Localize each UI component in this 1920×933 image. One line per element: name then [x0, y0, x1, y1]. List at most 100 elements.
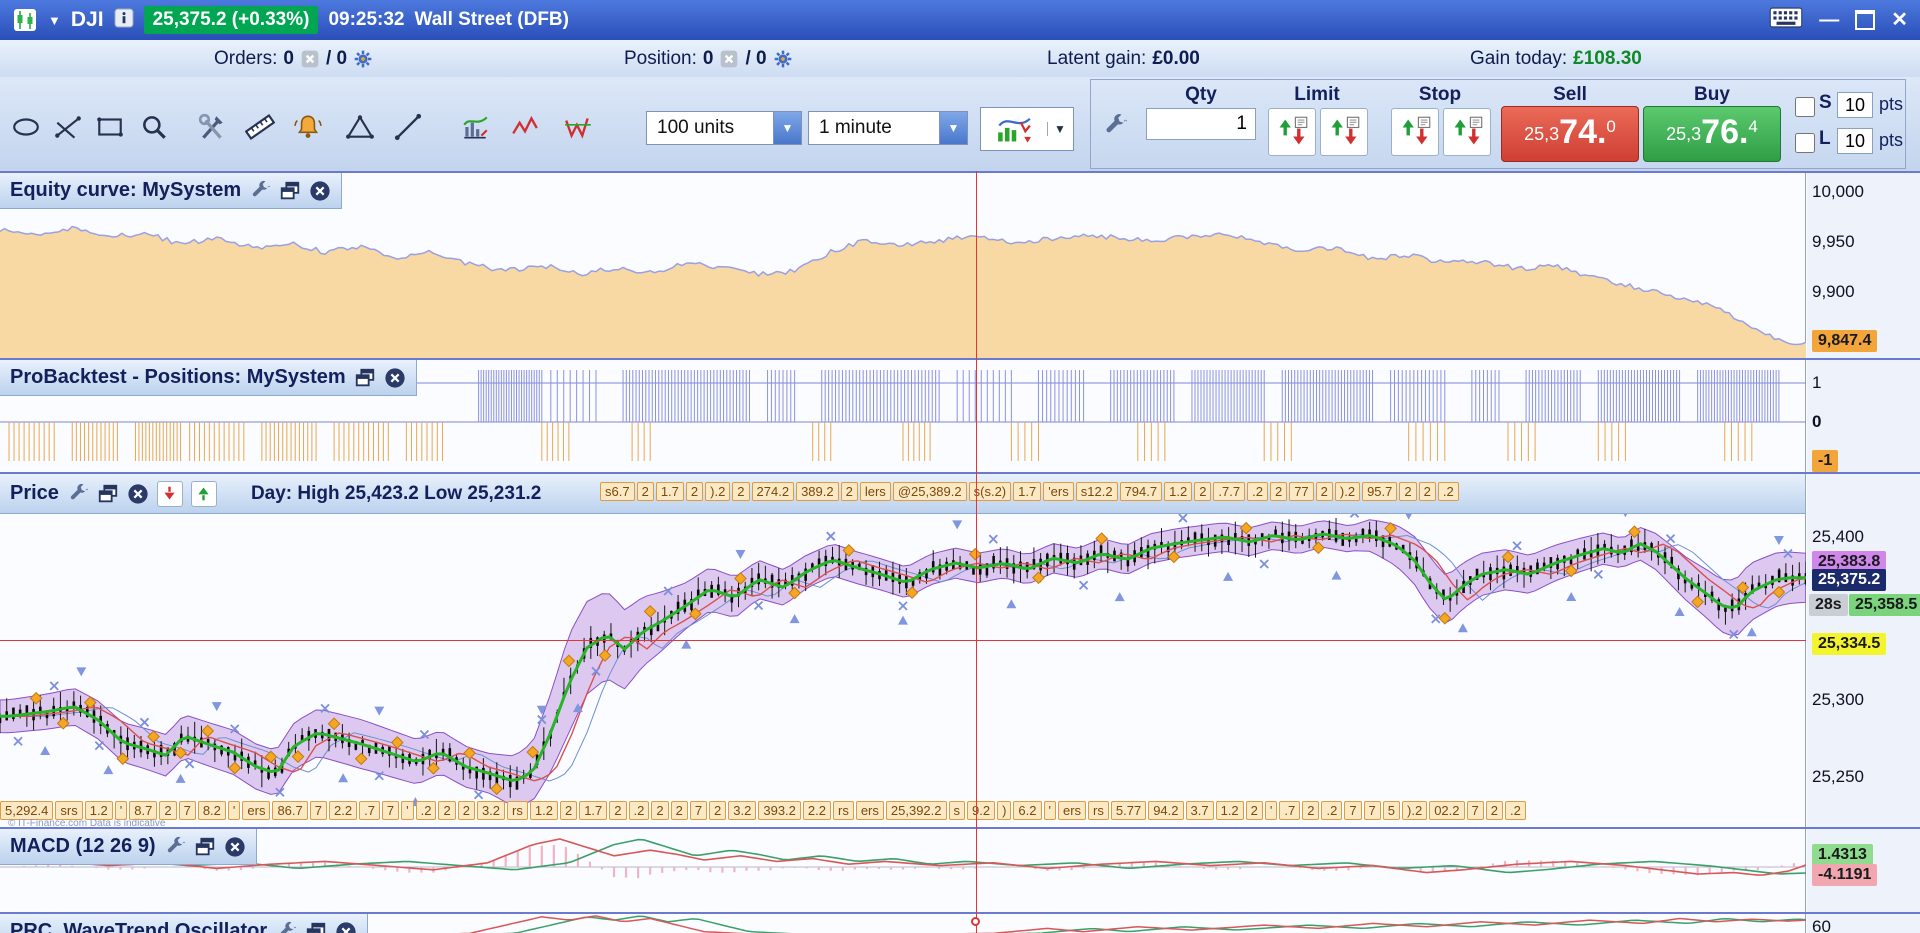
- buy-button[interactable]: 25,3 76. 4: [1643, 106, 1781, 162]
- sell-button[interactable]: 25,3 74. 0: [1501, 106, 1639, 162]
- macd-restore-icon[interactable]: [194, 836, 216, 858]
- position-settings-gear-icon[interactable]: [773, 49, 793, 69]
- qty-input[interactable]: [1146, 108, 1256, 140]
- zigzag-tool-button[interactable]: [505, 107, 545, 147]
- trade-label: ers: [242, 801, 271, 820]
- line-tool-button[interactable]: [48, 107, 88, 147]
- macd-chart-svg[interactable]: [0, 829, 1807, 912]
- wavetrend-panel-title: PRC_WaveTrend Oscillator: [10, 920, 268, 933]
- trade-label: 2: [709, 801, 727, 820]
- indicators-button[interactable]: [455, 107, 495, 147]
- ellipse-tool-button[interactable]: [6, 107, 46, 147]
- price-axis-label: 25,400: [1812, 527, 1864, 546]
- chart-style-icon: [981, 108, 1047, 150]
- orders-settings-gear-icon[interactable]: [353, 49, 373, 69]
- buy-limit-order-button[interactable]: [1268, 108, 1316, 156]
- equity-panel-title: Equity curve: MySystem: [10, 179, 242, 201]
- instrument-logo-icon[interactable]: [12, 7, 38, 33]
- qty-header: Qty: [1185, 84, 1217, 105]
- price-restore-icon[interactable]: [97, 483, 119, 505]
- trade-label: 2: [1485, 801, 1503, 820]
- stop-loss-checkbox[interactable]: [1795, 97, 1815, 117]
- quick-sell-arrow-button[interactable]: [156, 480, 183, 507]
- candle-countdown-label: 28s: [1809, 594, 1848, 616]
- triangle-tool-button[interactable]: [340, 107, 380, 147]
- pattern-tool-button[interactable]: [558, 107, 598, 147]
- macd-panel: 1.4313 -4.1191 MACD (12 26 9): [0, 827, 1920, 912]
- equity-axis-label: 9,900: [1812, 282, 1855, 301]
- minimize-button[interactable]: —: [1819, 10, 1839, 30]
- stop-loss-pts-input[interactable]: [1837, 92, 1873, 118]
- trade-label: 5.77: [1110, 801, 1147, 820]
- equity-settings-wrench-icon[interactable]: [249, 180, 271, 202]
- trade-label: 2: [438, 801, 456, 820]
- timeframe-dropdown[interactable]: 1 minute ▼: [808, 111, 968, 145]
- order-level-label-green[interactable]: 25,358.5: [1849, 594, 1920, 616]
- tools-button[interactable]: [192, 107, 232, 147]
- info-icon[interactable]: [114, 8, 134, 33]
- close-window-button[interactable]: ✕: [1891, 10, 1908, 30]
- trendline-tool-button[interactable]: [388, 107, 428, 147]
- buy-stop-order-button[interactable]: [1391, 108, 1439, 156]
- cancel-orders-icon[interactable]: [300, 49, 320, 69]
- wavetrend-close-icon[interactable]: [335, 921, 357, 933]
- price-chart-svg[interactable]: [0, 474, 1808, 827]
- instrument-symbol: DJI: [70, 8, 104, 31]
- sell-stop-order-button[interactable]: [1443, 108, 1491, 156]
- limit-profit-checkbox[interactable]: [1795, 133, 1815, 153]
- positions-restore-icon[interactable]: [354, 367, 376, 389]
- positions-axis: 1 0 -1: [1807, 360, 1920, 472]
- instrument-dropdown-caret-icon[interactable]: ▼: [48, 13, 61, 28]
- price-plot-area[interactable]: [0, 474, 1808, 827]
- sell-limit-order-button[interactable]: [1320, 108, 1368, 156]
- macd-plot-area[interactable]: [0, 829, 1807, 912]
- equity-restore-icon[interactable]: [279, 180, 301, 202]
- trade-label: 2.2: [802, 801, 831, 820]
- positions-close-icon[interactable]: [384, 367, 406, 389]
- zoom-tool-button[interactable]: [134, 107, 174, 147]
- gain-today-label: Gain today:: [1470, 47, 1568, 69]
- wavetrend-restore-icon[interactable]: [305, 921, 327, 933]
- macd-settings-wrench-icon[interactable]: [164, 836, 186, 858]
- restore-window-button[interactable]: [1855, 10, 1876, 30]
- close-position-icon[interactable]: [719, 49, 739, 69]
- units-dropdown[interactable]: 100 units ▼: [646, 111, 802, 145]
- chart-style-caret-icon[interactable]: ▼: [1047, 122, 1072, 136]
- equity-last-value-label: 9,847.4: [1812, 330, 1878, 352]
- wavetrend-settings-wrench-icon[interactable]: [275, 921, 297, 933]
- trade-label: 94.2: [1148, 801, 1184, 820]
- orders-position-bar: Orders: 0 / 0 Position: 0 / 0 Latent gai…: [0, 40, 1920, 78]
- trade-label: .2: [1247, 482, 1268, 501]
- positions-panel-header: ProBacktest - Positions: MySystem: [0, 360, 417, 396]
- order-settings-wrench-button[interactable]: [1095, 106, 1135, 146]
- trade-label: 'ers: [1043, 482, 1074, 501]
- equity-curve-panel: 10,000 9,950 9,900 9,847.4 Equity curve: My…: [0, 171, 1920, 358]
- limit-profit-pts-input[interactable]: [1837, 128, 1873, 154]
- trade-labels-strip-top: s6.7 2 1.7 2).2 2 274.2 389.2 2 lers @25,389.2 s(s…: [600, 482, 1806, 505]
- price-settings-wrench-icon[interactable]: [67, 483, 89, 505]
- sell-price-main: 74.: [1559, 113, 1607, 151]
- quick-buy-arrow-button[interactable]: [190, 480, 217, 507]
- orders-count: 0: [283, 47, 294, 69]
- data-provider-watermark: © IT-Finance.com Data is indicative: [8, 818, 166, 827]
- gain-today-value: £108.30: [1573, 47, 1642, 69]
- wavetrend-axis: 60: [1807, 914, 1920, 933]
- chart-style-button[interactable]: ▼: [980, 107, 1074, 151]
- order-level-label-yellow[interactable]: 25,334.5: [1812, 633, 1887, 655]
- trade-label: 2: [840, 482, 858, 501]
- ruler-tool-button[interactable]: [240, 107, 280, 147]
- stop-loss-pts-unit: pts: [1879, 94, 1904, 114]
- keyboard-shortcuts-icon[interactable]: [1769, 7, 1803, 33]
- macd-close-icon[interactable]: [224, 836, 246, 858]
- trade-label: 1.2: [1164, 482, 1193, 501]
- latent-gain-value: £0.00: [1152, 47, 1200, 69]
- timeframe-dropdown-caret-icon[interactable]: ▼: [939, 112, 967, 144]
- alerts-bell-button[interactable]: [288, 107, 328, 147]
- units-dropdown-caret-icon[interactable]: ▼: [773, 112, 801, 144]
- equity-axis-label: 10,000: [1812, 182, 1864, 201]
- price-close-icon[interactable]: [127, 483, 149, 505]
- rectangle-tool-button[interactable]: [90, 107, 130, 147]
- positions-axis-label: -1: [1812, 450, 1839, 472]
- equity-close-icon[interactable]: [309, 180, 331, 202]
- trade-label: 7: [309, 801, 327, 820]
